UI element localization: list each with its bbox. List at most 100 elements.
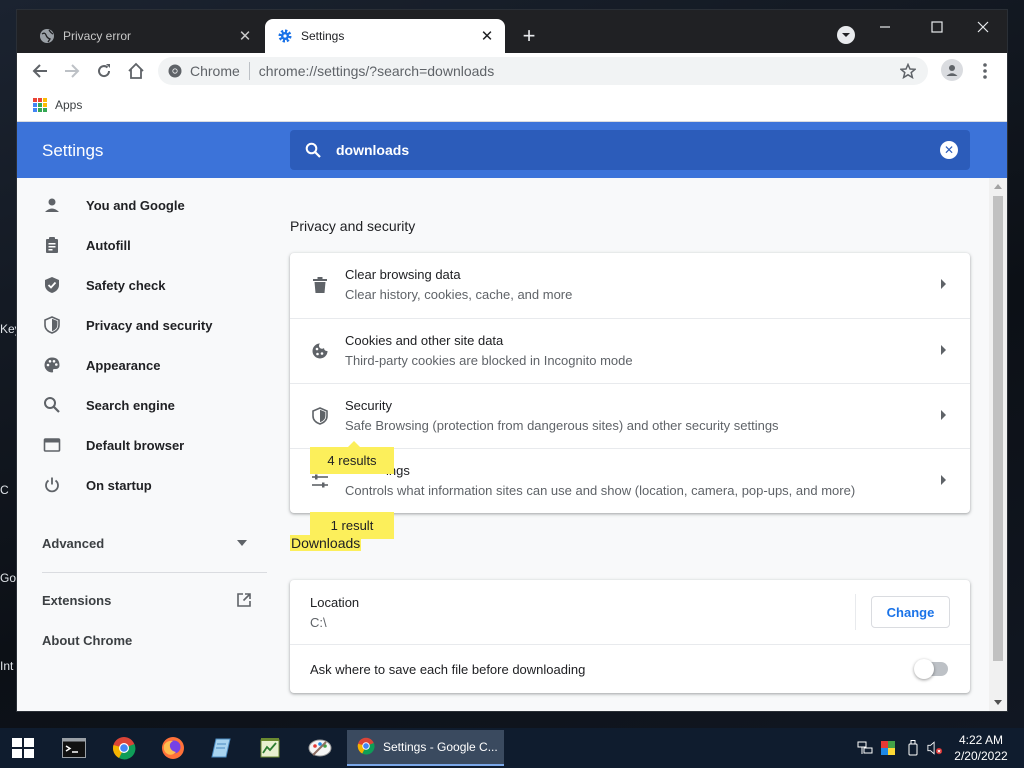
desktop-icon-label: Go [0, 571, 17, 585]
scroll-down-arrow-icon[interactable] [994, 700, 1002, 705]
row-clear-browsing-data[interactable]: Clear browsing data Clear history, cooki… [290, 253, 970, 318]
home-button[interactable] [124, 59, 148, 83]
search-icon [304, 141, 322, 159]
downloads-card: Location C:\ Change Ask where to save ea… [290, 580, 970, 693]
volume-muted-icon[interactable] [927, 740, 943, 756]
usb-drive-icon[interactable] [905, 740, 921, 756]
sidebar-item-search-engine[interactable]: Search engine [17, 385, 267, 425]
change-location-button[interactable]: Change [871, 596, 950, 628]
home-icon [128, 62, 144, 79]
search-query: downloads [336, 142, 410, 158]
settings-search-input[interactable]: downloads ✕ [290, 130, 970, 170]
close-icon[interactable]: ✕ [477, 26, 497, 46]
desktop-icon-label: C [0, 483, 9, 497]
sidebar-item-label: Appearance [86, 357, 161, 373]
bookmark-star-icon[interactable] [898, 61, 918, 81]
caret-down-icon [237, 540, 247, 546]
sidebar-item-safety-check[interactable]: Safety check [17, 265, 267, 305]
profile-avatar[interactable] [941, 59, 963, 81]
taskbar-chrome-window[interactable]: Settings - Google C... [347, 730, 504, 766]
sidebar-item-about-chrome[interactable]: About Chrome [42, 630, 252, 650]
apps-grid-icon[interactable] [33, 98, 47, 112]
row-cookies[interactable]: Cookies and other site data Third-party … [290, 318, 970, 383]
tab-privacy-error[interactable]: Privacy error ✕ [27, 19, 263, 53]
taskbar-window-label: Settings - Google C... [383, 740, 498, 754]
back-button[interactable] [28, 59, 52, 83]
windows-start-icon[interactable] [12, 738, 34, 758]
reload-icon [98, 64, 111, 78]
sidebar-item-default-browser[interactable]: Default browser [17, 425, 267, 465]
location-value: C:\ [310, 615, 327, 630]
sidebar-item-extensions[interactable]: Extensions [42, 590, 252, 610]
open-in-new-icon [237, 593, 251, 607]
system-clock[interactable]: 4:22 AM 2/20/2022 [950, 732, 1012, 764]
notepad-icon[interactable] [207, 734, 235, 762]
more-vertical-icon [983, 63, 987, 79]
firefox-icon[interactable] [159, 734, 187, 762]
close-icon[interactable]: ✕ [235, 26, 255, 46]
minimize-button[interactable] [862, 14, 908, 40]
settings-content: You and Google Autofill Safety check Pri… [17, 178, 1007, 711]
scroll-up-arrow-icon[interactable] [994, 184, 1002, 189]
minimize-icon [880, 26, 890, 28]
color-app-icon[interactable] [880, 740, 896, 756]
chrome-icon [357, 737, 375, 758]
sidebar-item-you-and-google[interactable]: You and Google [17, 185, 267, 225]
chrome-menu-button[interactable] [975, 59, 995, 83]
row-security[interactable]: Security Safe Browsing (protection from … [290, 383, 970, 448]
tab-settings[interactable]: Settings ✕ [265, 19, 505, 53]
omnibox-scheme-label: Chrome [190, 63, 240, 79]
chrome-icon[interactable] [110, 734, 138, 762]
address-bar[interactable]: Chrome chrome://settings/?search=downloa… [158, 57, 928, 85]
tab-search-button[interactable] [837, 26, 855, 44]
omnibox-divider [248, 62, 250, 80]
search-results-bubble: 4 results [310, 441, 394, 474]
apps-bookmark[interactable]: Apps [55, 98, 82, 112]
shield-check-icon [42, 275, 62, 295]
settings-main: Privacy and security Clear browsing data… [290, 178, 970, 711]
row-title: Clear browsing data [345, 267, 461, 282]
taskbar: Settings - Google C... 4:22 AM 2/20/2022 [0, 728, 1024, 768]
sidebar-advanced-toggle[interactable]: Advanced [42, 533, 247, 553]
sidebar-item-label: You and Google [86, 197, 185, 213]
new-tab-button[interactable]: + [517, 23, 541, 48]
sidebar-item-privacy-and-security[interactable]: Privacy and security [17, 305, 267, 345]
shield-icon [42, 315, 62, 335]
sidebar-item-autofill[interactable]: Autofill [17, 225, 267, 265]
task-manager-icon[interactable] [256, 734, 284, 762]
bookmarks-bar: Apps [17, 89, 1007, 122]
terminal-icon[interactable] [60, 734, 88, 762]
maximize-button[interactable] [914, 14, 960, 40]
location-label: Location [310, 595, 360, 610]
search-icon [42, 395, 62, 415]
forward-button[interactable] [60, 59, 84, 83]
close-icon [977, 21, 989, 33]
maximize-icon [931, 21, 943, 33]
network-icon[interactable] [857, 740, 873, 756]
sidebar-item-on-startup[interactable]: On startup [17, 465, 267, 505]
row-title: Security [345, 398, 392, 413]
sidebar-item-label: Search engine [86, 397, 175, 413]
toggle-knob [914, 659, 934, 679]
sidebar-item-label: Privacy and security [86, 317, 213, 333]
sidebar-item-appearance[interactable]: Appearance [17, 345, 267, 385]
vertical-divider [855, 594, 856, 630]
clear-search-icon[interactable]: ✕ [940, 141, 958, 159]
window-close-button[interactable] [960, 14, 1006, 40]
paint-icon[interactable] [306, 734, 334, 762]
row-title: Cookies and other site data [345, 333, 504, 348]
arrow-left-icon [32, 64, 47, 78]
omnibox-url[interactable]: chrome://settings/?search=downloads [259, 63, 494, 79]
person-icon [946, 65, 958, 76]
reload-button[interactable] [92, 59, 116, 83]
sidebar-item-label: On startup [86, 477, 152, 493]
row-subtitle: Third-party cookies are blocked in Incog… [345, 353, 633, 368]
sidebar-item-label: About Chrome [42, 632, 133, 648]
ask-where-toggle[interactable] [914, 659, 948, 679]
chevron-down-icon [842, 33, 850, 37]
settings-header: Settings downloads ✕ [17, 122, 1007, 178]
ask-where-label: Ask where to save each file before downl… [310, 662, 586, 677]
scrollbar-thumb[interactable] [993, 196, 1003, 661]
page-scrollbar[interactable] [989, 178, 1007, 711]
arrow-right-icon [941, 279, 946, 289]
